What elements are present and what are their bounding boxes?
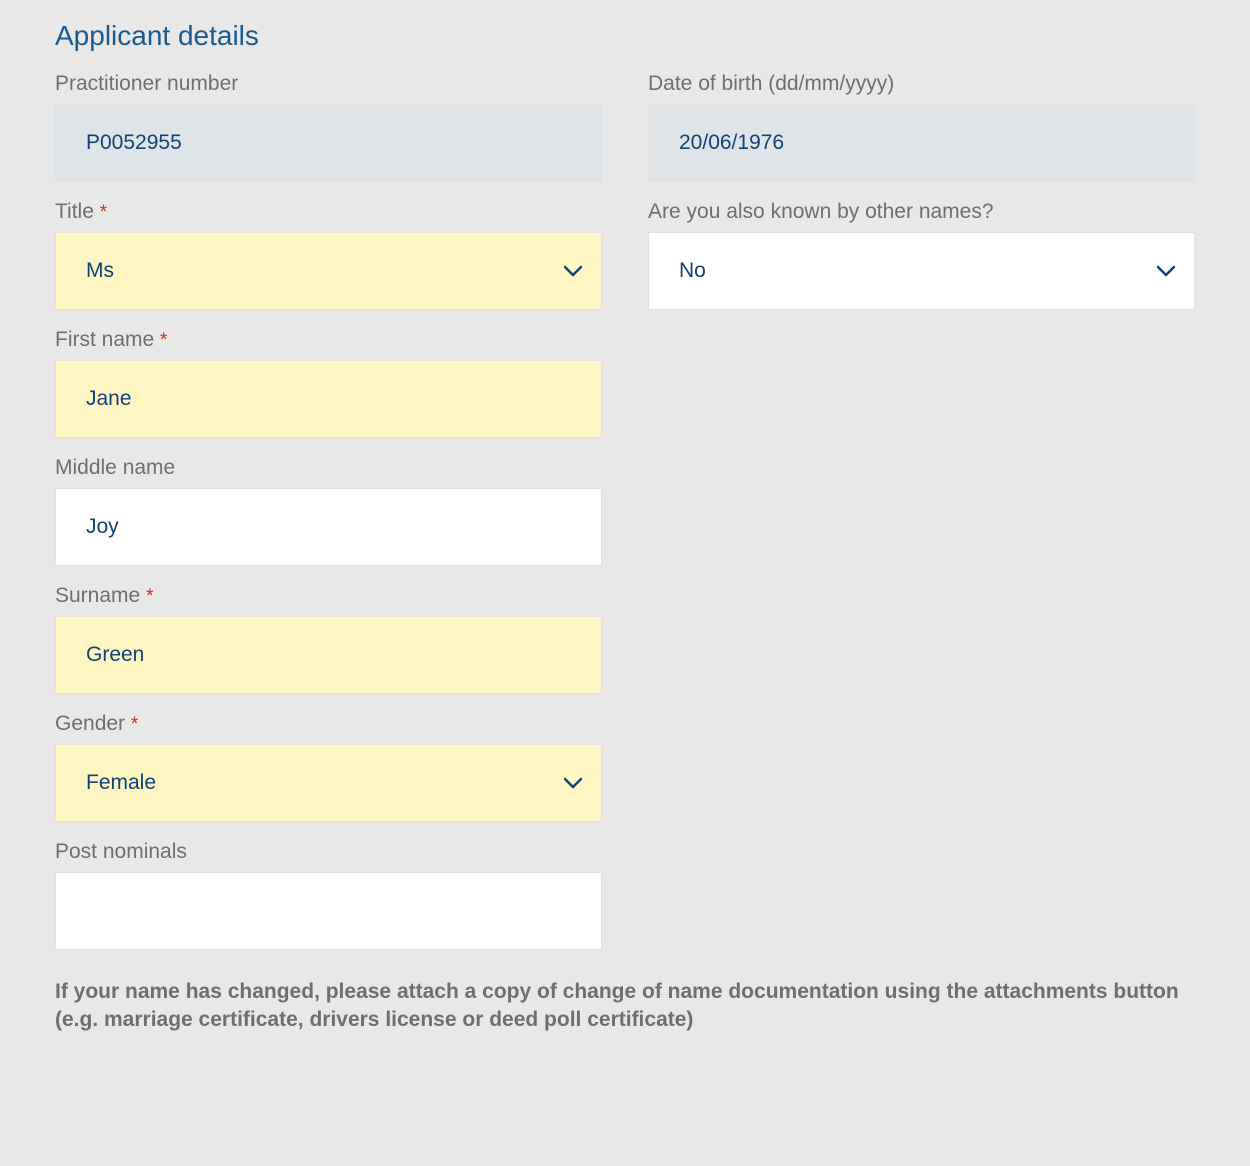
surname-group: Surname * [55, 584, 602, 694]
middle-name-label: Middle name [55, 456, 602, 480]
first-name-label: First name * [55, 328, 602, 352]
gender-select[interactable]: Female [55, 744, 602, 822]
title-select[interactable]: Ms [55, 232, 602, 310]
gender-label: Gender * [55, 712, 602, 736]
required-mark: * [160, 330, 167, 351]
title-label-text: Title [55, 200, 94, 223]
middle-name-group: Middle name [55, 456, 602, 566]
other-names-select[interactable]: No [648, 232, 1195, 310]
gender-label-text: Gender [55, 712, 125, 735]
title-group: Title * Ms [55, 200, 602, 310]
title-label: Title * [55, 200, 602, 224]
other-names-group: Are you also known by other names? No [648, 200, 1195, 310]
first-name-group: First name * [55, 328, 602, 438]
gender-select-wrap: Female [55, 744, 602, 822]
other-names-select-wrap: No [648, 232, 1195, 310]
dob-group: Date of birth (dd/mm/yyyy) 20/06/1976 [648, 72, 1195, 182]
required-mark: * [100, 202, 107, 223]
surname-input[interactable] [55, 616, 602, 694]
post-nominals-label: Post nominals [55, 840, 602, 864]
practitioner-number-group: Practitioner number P0052955 [55, 72, 602, 182]
section-title: Applicant details [55, 20, 1195, 52]
first-name-label-text: First name [55, 328, 154, 351]
form-row-1: Practitioner number P0052955 Date of bir… [55, 72, 1195, 200]
gender-group: Gender * Female [55, 712, 602, 822]
practitioner-number-label: Practitioner number [55, 72, 602, 96]
practitioner-number-value: P0052955 [55, 104, 602, 182]
form-row-2: Title * Ms Are you also known by other n… [55, 200, 1195, 328]
name-change-note: If your name has changed, please attach … [55, 978, 1195, 1035]
post-nominals-input[interactable] [55, 872, 602, 950]
surname-label: Surname * [55, 584, 602, 608]
dob-label: Date of birth (dd/mm/yyyy) [648, 72, 1195, 96]
required-mark: * [131, 714, 138, 735]
title-select-wrap: Ms [55, 232, 602, 310]
surname-label-text: Surname [55, 584, 140, 607]
other-names-label: Are you also known by other names? [648, 200, 1195, 224]
dob-value: 20/06/1976 [648, 104, 1195, 182]
form-row-3: First name * Middle name Surname * Gende… [55, 328, 1195, 968]
first-name-input[interactable] [55, 360, 602, 438]
middle-name-input[interactable] [55, 488, 602, 566]
post-nominals-group: Post nominals [55, 840, 602, 950]
required-mark: * [146, 586, 153, 607]
applicant-details-form: Applicant details Practitioner number P0… [0, 0, 1250, 1065]
